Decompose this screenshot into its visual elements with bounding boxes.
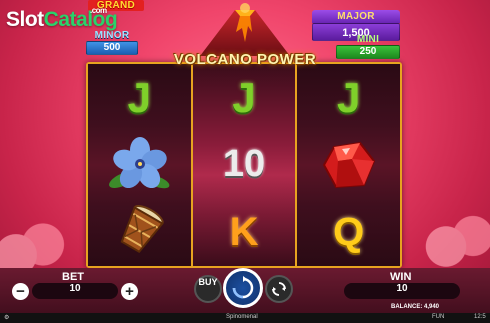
jackpot-minor: MINOR 500 (86, 30, 138, 55)
autoplay-button[interactable] (265, 275, 293, 303)
symbol-j: J (127, 73, 152, 121)
symbol-q: Q (333, 209, 365, 254)
ruby-gem-icon (322, 141, 375, 189)
reel-2: J 10 K (192, 64, 298, 266)
autoplay-icon (272, 282, 286, 296)
symbol-j: J (232, 73, 256, 121)
reel-cell: 10 (193, 131, 296, 198)
reel-1: J (88, 64, 193, 266)
settings-icon[interactable]: ⚙ (4, 314, 9, 321)
bet-increase-button[interactable]: + (121, 283, 138, 300)
bet-decrease-button[interactable]: − (12, 283, 29, 300)
symbol-10: 10 (222, 143, 266, 186)
watermark-logo: SlotCatalog .com (6, 6, 118, 32)
watermark-part1: Slot (6, 8, 44, 31)
watermark-part3: .com (90, 6, 107, 15)
buy-button[interactable]: BUY (194, 275, 222, 303)
reel-cell (297, 131, 400, 198)
reel-grid: J J 10 K J Q (86, 62, 402, 268)
win-value: 10 (344, 283, 460, 299)
reel-cell: K (193, 199, 296, 266)
game-title: VOLCANO POWER (173, 51, 317, 68)
drum-icon (120, 205, 165, 254)
jackpot-mini-label: MINI (356, 34, 380, 45)
balance-value: 4,940 (424, 304, 440, 310)
volcano-icon (200, 3, 290, 56)
jackpot-mini-value: 250 (336, 45, 400, 59)
spin-arrows-icon (232, 276, 254, 299)
status-bar: ⚙ Spinomenal FUN 12:5 (0, 313, 490, 323)
jackpot-major-label: MAJOR (337, 11, 375, 22)
symbol-j: J (337, 73, 361, 121)
bet-value: 10 (32, 283, 118, 299)
clock: 12:5 (474, 314, 486, 320)
symbol-k: K (229, 209, 259, 254)
win-label: WIN (390, 271, 412, 283)
jackpot-mini: MINI 250 (336, 34, 400, 59)
reel-cell (88, 199, 191, 266)
bet-label: BET (62, 271, 84, 283)
hibiscus-flower-icon (109, 136, 170, 189)
reel-3: J Q (297, 64, 401, 266)
reel-cell: J (88, 64, 191, 131)
reel-cell: J (297, 64, 400, 131)
reel-cell (88, 131, 191, 198)
reel-cell: Q (297, 199, 400, 266)
provider-name: Spinomenal (226, 314, 258, 320)
reel-cell: J (193, 64, 296, 131)
jackpot-minor-value: 500 (86, 41, 138, 55)
balance-label: BALANCE: (390, 304, 423, 310)
balance-display: BALANCE: 4,940 (340, 304, 490, 310)
play-mode: FUN (432, 314, 445, 320)
spin-button[interactable] (223, 268, 263, 308)
